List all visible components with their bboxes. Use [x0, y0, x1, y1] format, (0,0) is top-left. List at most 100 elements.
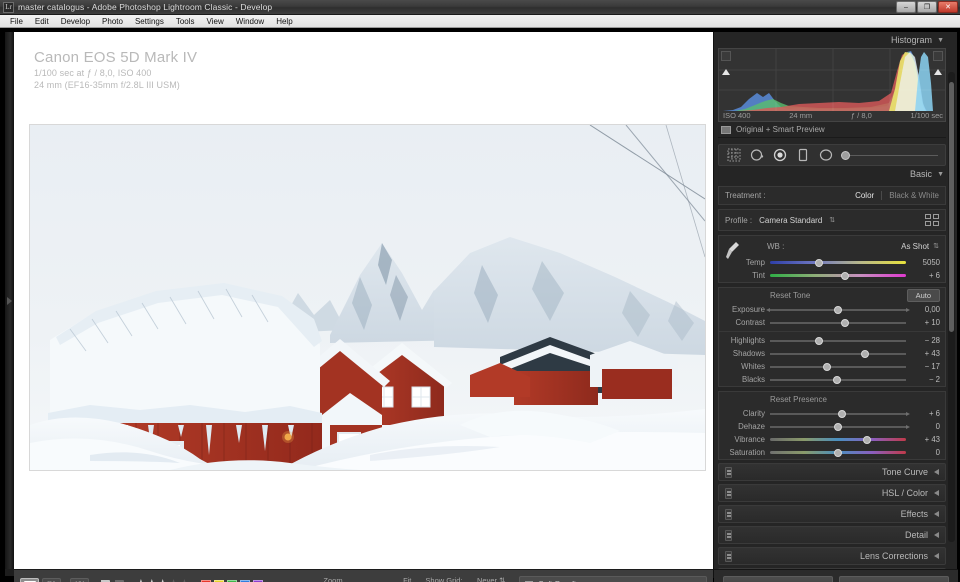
maximize-button[interactable]: ❐ — [917, 1, 937, 13]
hsl-chevron-left-icon[interactable] — [934, 490, 939, 496]
red-eye-tool-icon[interactable] — [772, 148, 787, 163]
tone-curve-chevron-left-icon[interactable] — [934, 469, 939, 475]
shadow-clipping-indicator[interactable] — [721, 51, 731, 75]
tone-curve-switch-icon[interactable] — [725, 466, 732, 478]
blacks-slider-knob[interactable] — [832, 376, 841, 384]
wb-updown-icon[interactable]: ⇅ — [933, 242, 939, 250]
basic-chevron-down-icon[interactable]: ▼ — [937, 171, 944, 178]
survey-view-button[interactable]: YY — [70, 577, 90, 582]
treatment-color-option[interactable]: Color — [855, 191, 874, 200]
highlights-slider-track — [770, 340, 906, 342]
temp-slider-knob[interactable] — [814, 259, 823, 267]
reset-presence-label[interactable]: Reset Presence — [770, 395, 827, 404]
photo-preview[interactable] — [30, 125, 705, 470]
show-grid-value[interactable]: Never ⇅ — [477, 576, 505, 582]
histogram-graph[interactable]: ISO 400 24 mm ƒ / 8,0 1/100 sec — [718, 48, 946, 122]
menu-edit[interactable]: Edit — [30, 16, 54, 27]
temp-slider[interactable] — [770, 257, 906, 268]
panel-detail[interactable]: Detail — [718, 526, 946, 544]
profile-value[interactable]: Camera Standard — [759, 216, 822, 225]
effects-label: Effects — [900, 509, 928, 519]
right-panel-scrollbar[interactable] — [948, 72, 955, 542]
menu-view[interactable]: View — [202, 16, 229, 27]
previous-photo-arrow-icon[interactable]: ← — [277, 579, 289, 582]
highlight-clipping-indicator[interactable] — [933, 51, 943, 75]
whites-slider[interactable] — [770, 361, 906, 372]
panel-tone-curve[interactable]: Tone Curve — [718, 463, 946, 481]
dehaze-slider[interactable] — [770, 421, 910, 432]
tint-slider-knob[interactable] — [840, 272, 849, 280]
highlights-slider-knob[interactable] — [814, 337, 823, 345]
crop-overlay-tool-icon[interactable] — [726, 148, 741, 163]
contrast-value: + 10 — [924, 318, 940, 327]
shadows-slider-knob[interactable] — [861, 350, 870, 358]
preview-badge-icon — [721, 125, 731, 134]
auto-tone-button[interactable]: Auto — [906, 289, 940, 302]
exposure-slider-knob[interactable] — [834, 306, 842, 314]
profile-browser-grid-icon[interactable] — [925, 214, 939, 226]
panel-effects[interactable]: Effects — [718, 505, 946, 523]
menu-file[interactable]: File — [5, 16, 28, 27]
menu-settings[interactable]: Settings — [130, 16, 169, 27]
reset-tone-label[interactable]: Reset Tone — [770, 291, 810, 300]
loupe-view-button[interactable] — [20, 577, 39, 582]
blacks-slider[interactable] — [770, 374, 906, 385]
lens-switch-icon[interactable] — [725, 550, 732, 562]
treatment-bw-option[interactable]: Black & White — [889, 191, 939, 200]
white-balance-selector-icon[interactable] — [725, 240, 741, 262]
panel-hsl-color[interactable]: HSL / Color — [718, 484, 946, 502]
soft-proofing-bar[interactable]: Soft Proofing ▼ — [519, 576, 707, 582]
minimize-button[interactable]: – — [896, 1, 916, 13]
shadows-slider[interactable] — [770, 348, 906, 359]
vibrance-slider[interactable] — [770, 434, 906, 445]
next-photo-arrow-icon[interactable]: → — [297, 579, 309, 582]
clarity-slider-knob[interactable] — [838, 410, 847, 418]
menu-develop[interactable]: Develop — [56, 16, 95, 27]
radial-filter-tool-icon[interactable] — [818, 148, 833, 163]
profile-updown-icon[interactable]: ⇅ — [829, 216, 835, 224]
histogram-header[interactable]: Histogram ▼ — [718, 32, 946, 48]
set-default-button[interactable]: Set Default... — [839, 576, 949, 582]
scrollbar-thumb[interactable] — [949, 82, 954, 332]
before-after-button[interactable]: RA — [42, 577, 61, 582]
highlights-slider[interactable] — [770, 335, 906, 346]
left-panel-toggle[interactable] — [5, 32, 14, 569]
content-area: Canon EOS 5D Mark IV 1/100 sec at ƒ / 8,… — [5, 32, 713, 582]
effects-switch-icon[interactable] — [725, 508, 732, 520]
lens-chevron-left-icon[interactable] — [934, 553, 939, 559]
dehaze-slider-knob[interactable] — [834, 423, 842, 431]
previous-button[interactable]: Previous — [723, 576, 833, 582]
histogram-chevron-down-icon[interactable]: ▼ — [937, 37, 944, 44]
detail-label: Detail — [904, 530, 928, 540]
tint-slider[interactable] — [770, 270, 906, 281]
tool-slider-knob[interactable] — [841, 150, 850, 160]
menu-help[interactable]: Help — [271, 16, 297, 27]
contrast-slider[interactable] — [770, 317, 906, 328]
profile-row-box: Profile : Camera Standard ⇅ — [718, 209, 946, 231]
detail-chevron-left-icon[interactable] — [934, 532, 939, 538]
menu-photo[interactable]: Photo — [97, 16, 128, 27]
wb-value[interactable]: As Shot — [901, 242, 929, 251]
panel-lens-corrections[interactable]: Lens Corrections — [718, 547, 946, 565]
basic-panel-header[interactable]: Basic ▼ — [718, 166, 946, 182]
vibrance-slider-knob[interactable] — [862, 436, 871, 444]
menu-tools[interactable]: Tools — [171, 16, 200, 27]
exposure-slider[interactable] — [766, 304, 910, 315]
saturation-slider-knob[interactable] — [834, 449, 842, 457]
menu-window[interactable]: Window — [231, 16, 269, 27]
saturation-slider[interactable] — [770, 447, 906, 458]
graduated-filter-tool-icon[interactable] — [795, 148, 810, 163]
clarity-slider[interactable] — [770, 408, 910, 419]
lens-info: 24 mm (EF16-35mm f/2.8L III USM) — [34, 80, 180, 90]
hsl-switch-icon[interactable] — [725, 487, 732, 499]
tool-amount-slider[interactable] — [841, 150, 938, 160]
close-button[interactable]: ✕ — [938, 1, 958, 13]
tool-strip — [718, 144, 946, 166]
spot-removal-tool-icon[interactable] — [749, 148, 764, 163]
whites-slider-knob[interactable] — [823, 363, 832, 371]
vibrance-value: + 43 — [924, 435, 940, 444]
detail-switch-icon[interactable] — [725, 529, 732, 541]
contrast-slider-knob[interactable] — [840, 319, 849, 327]
effects-chevron-left-icon[interactable] — [934, 511, 939, 517]
vibrance-slider-track — [770, 438, 906, 441]
